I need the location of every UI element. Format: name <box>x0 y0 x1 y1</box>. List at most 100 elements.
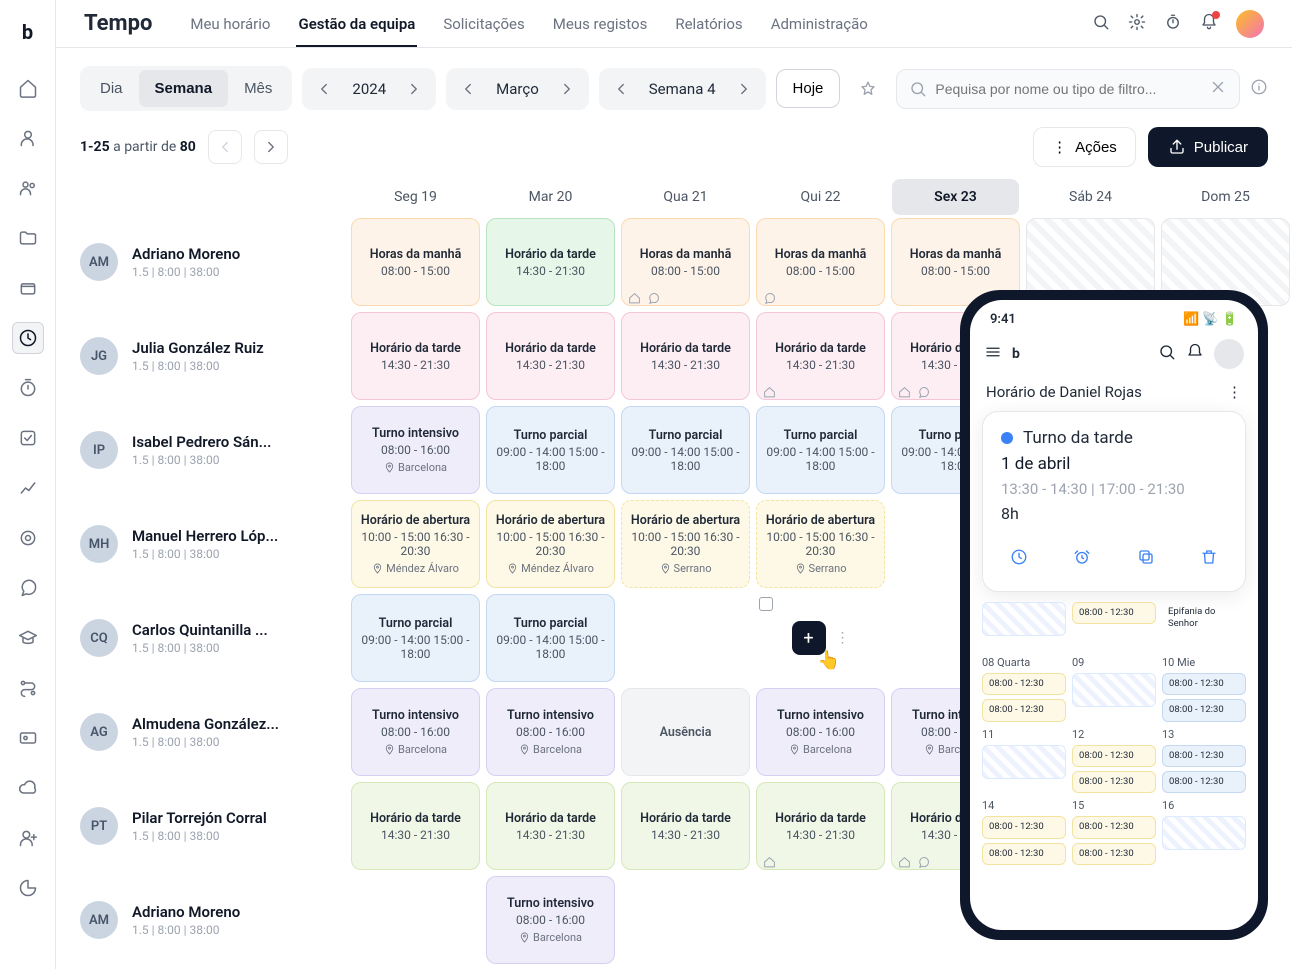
phone-day[interactable]: 08:00 - 12:30 <box>1072 602 1156 636</box>
tab-solicitações[interactable]: Solicitações <box>441 15 526 33</box>
schedule-cell[interactable] <box>618 591 753 685</box>
search-input[interactable] <box>935 81 1201 97</box>
schedule-cell[interactable]: Turno parcial09:00 - 14:00 15:00 - 18:00 <box>348 591 483 685</box>
employee-cell[interactable]: PTPilar Torrejón Corral1.5 | 8:00 | 38:0… <box>128 779 348 873</box>
shift-block[interactable]: Turno intensivo08:00 - 16:00Barcelona <box>486 876 615 964</box>
user-avatar[interactable] <box>1236 10 1264 38</box>
shift-block[interactable]: Horário da tarde14:30 - 21:30 <box>621 782 750 870</box>
checkbox[interactable] <box>759 597 773 611</box>
rail-box-icon[interactable] <box>12 272 44 304</box>
phone-chip[interactable]: Epifania do Senhor <box>1162 602 1246 635</box>
shift-block[interactable]: Horário da tarde14:30 - 21:30 <box>486 312 615 400</box>
shift-block[interactable]: Turno intensivo08:00 - 16:00Barcelona <box>351 688 480 776</box>
schedule-cell[interactable]: Horário de abertura10:00 - 15:00 16:30 -… <box>348 497 483 591</box>
schedule-cell[interactable]: +⋮👆 <box>753 591 888 685</box>
phone-day[interactable] <box>982 602 1066 636</box>
schedule-cell[interactable] <box>753 873 888 967</box>
phone-chip[interactable]: 08:00 - 12:30 <box>1162 771 1246 793</box>
schedule-cell[interactable]: Turno intensivo08:00 - 16:00Barcelona <box>483 873 618 967</box>
shift-block[interactable]: Turno parcial09:00 - 14:00 15:00 - 18:00 <box>351 594 480 682</box>
phone-avatar[interactable] <box>1214 339 1244 369</box>
schedule-cell[interactable]: Horas da manhã08:00 - 15:00 <box>753 215 888 309</box>
phone-chip[interactable]: 08:00 - 12:30 <box>1162 699 1246 721</box>
view-seg-dia[interactable]: Dia <box>84 70 139 107</box>
phone-day[interactable]: 1208:00 - 12:3008:00 - 12:30 <box>1072 728 1156 794</box>
view-seg-mês[interactable]: Mês <box>228 70 288 107</box>
phone-chip[interactable]: 08:00 - 12:30 <box>982 673 1066 695</box>
shift-block[interactable]: Turno intensivo08:00 - 16:00Barcelona <box>756 688 885 776</box>
gear-icon[interactable] <box>1128 13 1146 35</box>
phone-day[interactable]: 11 <box>982 728 1066 794</box>
schedule-cell[interactable]: Turno intensivo08:00 - 16:00Barcelona <box>348 403 483 497</box>
shift-block[interactable]: Turno parcial09:00 - 14:00 15:00 - 18:00 <box>486 406 615 494</box>
shift-block[interactable]: Horário da tarde14:30 - 21:30 <box>621 312 750 400</box>
schedule-cell[interactable]: Horas da manhã08:00 - 15:00 <box>348 215 483 309</box>
phone-day[interactable]: Epifania do Senhor <box>1162 602 1246 636</box>
actions-button[interactable]: ⋮Ações <box>1033 127 1136 167</box>
phone-chip[interactable]: 08:00 - 12:30 <box>1162 673 1246 695</box>
view-seg-semana[interactable]: Semana <box>139 70 229 107</box>
year-next[interactable] <box>400 75 428 103</box>
phone-chip[interactable] <box>1072 673 1156 707</box>
rail-chart-icon[interactable] <box>12 472 44 504</box>
phone-chip[interactable]: 08:00 - 12:30 <box>1072 602 1156 624</box>
phone-chip[interactable] <box>982 602 1066 636</box>
phone-chip[interactable]: 08:00 - 12:30 <box>1072 843 1156 865</box>
phone-chip[interactable]: 08:00 - 12:30 <box>1072 745 1156 767</box>
shift-block[interactable]: Horas da manhã08:00 - 15:00 <box>621 218 750 306</box>
rail-chat-icon[interactable] <box>12 572 44 604</box>
rail-grad-icon[interactable] <box>12 622 44 654</box>
trash-icon[interactable] <box>1191 539 1227 575</box>
rail-home-icon[interactable] <box>12 72 44 104</box>
search-icon[interactable] <box>1092 13 1110 35</box>
tab-gestão-da-equipa[interactable]: Gestão da equipa <box>296 15 417 47</box>
pager-prev[interactable] <box>208 130 242 164</box>
schedule-cell[interactable]: Horário da tarde14:30 - 21:30 <box>618 779 753 873</box>
phone-day[interactable]: 10 Mie08:00 - 12:3008:00 - 12:30 <box>1162 656 1246 722</box>
schedule-cell[interactable]: Horário de abertura10:00 - 15:00 16:30 -… <box>753 497 888 591</box>
rail-clock-icon[interactable] <box>12 322 44 354</box>
schedule-cell[interactable]: Horário de abertura10:00 - 15:00 16:30 -… <box>618 497 753 591</box>
week-prev[interactable] <box>607 75 635 103</box>
tab-meu-horário[interactable]: Meu horário <box>188 15 272 33</box>
schedule-cell[interactable]: Turno parcial09:00 - 14:00 15:00 - 18:00 <box>483 591 618 685</box>
rail-id-icon[interactable] <box>12 722 44 754</box>
tab-relatórios[interactable]: Relatórios <box>673 15 744 33</box>
schedule-cell[interactable] <box>348 873 483 967</box>
shift-block[interactable]: Horário de abertura10:00 - 15:00 16:30 -… <box>351 500 480 588</box>
employee-cell[interactable]: MHManuel Herrero Lóp...1.5 | 8:00 | 38:0… <box>128 497 348 591</box>
shift-block[interactable]: Turno parcial09:00 - 14:00 15:00 - 18:00 <box>756 406 885 494</box>
rail-folder-icon[interactable] <box>12 222 44 254</box>
shift-block[interactable]: Horas da manhã08:00 - 15:00 <box>351 218 480 306</box>
more-icon[interactable]: ⋮ <box>1227 383 1242 401</box>
phone-day[interactable]: 09 <box>1072 656 1156 722</box>
schedule-cell[interactable]: Horas da manhã08:00 - 15:00 <box>618 215 753 309</box>
phone-day[interactable]: 08 Quarta08:00 - 12:3008:00 - 12:30 <box>982 656 1066 722</box>
employee-cell[interactable]: CQCarlos Quintanilla ...1.5 | 8:00 | 38:… <box>128 591 348 685</box>
pager-next[interactable] <box>254 130 288 164</box>
rail-cloud-icon[interactable] <box>12 772 44 804</box>
phone-bell-icon[interactable] <box>1186 343 1204 365</box>
schedule-cell[interactable]: Horário da tarde14:30 - 21:30 <box>753 779 888 873</box>
phone-chip[interactable]: 08:00 - 12:30 <box>982 816 1066 838</box>
year-prev[interactable] <box>310 75 338 103</box>
phone-day[interactable]: 1508:00 - 12:3008:00 - 12:30 <box>1072 799 1156 865</box>
today-button[interactable]: Hoje <box>776 69 841 108</box>
phone-chip[interactable] <box>982 745 1066 779</box>
phone-chip[interactable]: 08:00 - 12:30 <box>1072 816 1156 838</box>
schedule-cell[interactable]: Turno intensivo08:00 - 16:00Barcelona <box>483 685 618 779</box>
rail-route-icon[interactable] <box>12 672 44 704</box>
phone-day[interactable]: 1308:00 - 12:3008:00 - 12:30 <box>1162 728 1246 794</box>
phone-chip[interactable] <box>1162 816 1246 850</box>
phone-search-icon[interactable] <box>1158 343 1176 365</box>
shift-block[interactable]: Turno parcial09:00 - 14:00 15:00 - 18:00 <box>621 406 750 494</box>
tab-administração[interactable]: Administração <box>769 15 870 33</box>
shift-block[interactable]: Horário de abertura10:00 - 15:00 16:30 -… <box>621 500 750 588</box>
schedule-cell[interactable]: Turno parcial09:00 - 14:00 15:00 - 18:00 <box>483 403 618 497</box>
schedule-cell[interactable]: Horário da tarde14:30 - 21:30 <box>753 309 888 403</box>
schedule-cell[interactable]: Turno intensivo08:00 - 16:00Barcelona <box>348 685 483 779</box>
publish-button[interactable]: Publicar <box>1148 127 1268 167</box>
schedule-cell[interactable]: Horário de abertura10:00 - 15:00 16:30 -… <box>483 497 618 591</box>
shift-block[interactable]: Horário da tarde14:30 - 21:30 <box>351 312 480 400</box>
shift-block[interactable]: Horário da tarde14:30 - 21:30 <box>756 312 885 400</box>
